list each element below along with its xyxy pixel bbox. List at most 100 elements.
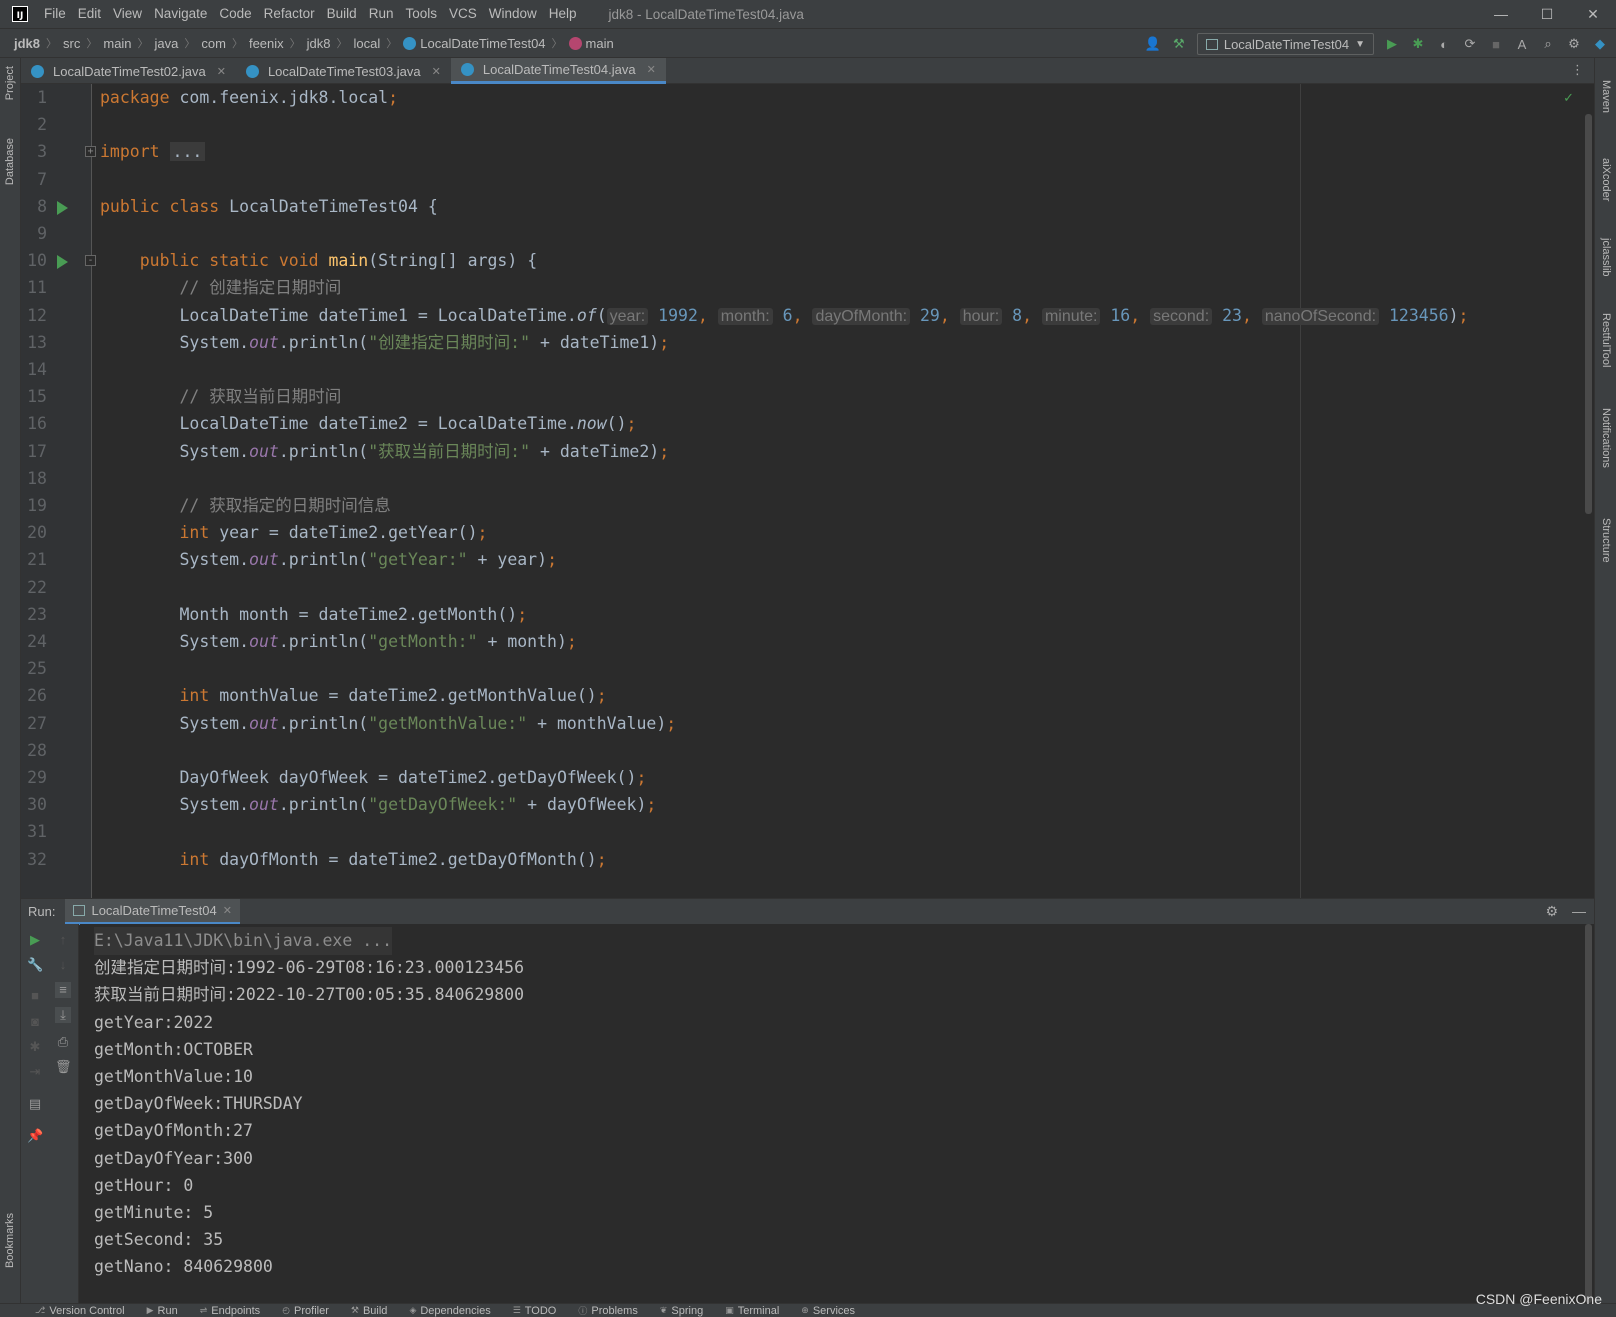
close-icon[interactable]: ✕ — [217, 65, 226, 78]
statusbar-profiler[interactable]: ◴ Profiler — [271, 1304, 340, 1317]
statusbar-dependencies[interactable]: ◈ Dependencies — [398, 1304, 501, 1317]
bookmarks-tool-button[interactable]: Bookmarks — [4, 1213, 16, 1268]
run-gutter-icon[interactable] — [57, 255, 68, 270]
editor-tab[interactable]: LocalDateTimeTest02.java ✕ — [21, 58, 236, 84]
breadcrumb-item[interactable]: jdk8 — [305, 36, 333, 51]
close-icon[interactable]: ✕ — [647, 63, 656, 76]
stop-icon[interactable]: ■ — [27, 988, 43, 1004]
statusbar-terminal[interactable]: ▣ Terminal — [714, 1304, 790, 1317]
aixcoder-tool-button[interactable]: aiXcoder — [1600, 158, 1612, 201]
structure-tool-button[interactable]: Structure — [1600, 518, 1612, 563]
search-icon[interactable]: ⌕ — [1540, 36, 1556, 52]
close-icon[interactable]: ✕ — [432, 65, 441, 78]
fold-toggle-icon[interactable]: + — [85, 146, 96, 158]
menu-build[interactable]: Build — [321, 0, 363, 28]
code-token: .println( — [278, 550, 369, 570]
breadcrumb-item[interactable]: main — [567, 36, 616, 51]
inspection-ok-icon[interactable]: ✓ — [1563, 90, 1574, 106]
statusbar-build[interactable]: ⚒ Build — [340, 1304, 399, 1317]
camera-icon[interactable]: ◙ — [27, 1014, 43, 1030]
coverage-icon[interactable]: ◐ — [1436, 36, 1452, 52]
menu-tools[interactable]: Tools — [399, 0, 443, 28]
statusbar-todo[interactable]: ☰ TODO — [502, 1304, 568, 1317]
statusbar-problems[interactable]: ⓘ Problems — [567, 1304, 648, 1317]
pin-icon[interactable]: 📌 — [27, 1128, 43, 1144]
menu-view[interactable]: View — [107, 0, 148, 28]
close-icon[interactable]: ✕ — [1570, 0, 1616, 28]
scroll-to-end-icon[interactable]: ⤓ — [55, 1007, 71, 1023]
menu-run[interactable]: Run — [363, 0, 400, 28]
menu-refactor[interactable]: Refactor — [258, 0, 321, 28]
minimize-panel-icon[interactable]: — — [1572, 903, 1586, 920]
menu-help[interactable]: Help — [543, 0, 583, 28]
breadcrumb-item[interactable]: java — [153, 36, 181, 51]
console-output[interactable]: E:\Java11\JDK\bin\java.exe ... 创建指定日期时间:1… — [80, 924, 1594, 1303]
run-config-select[interactable]: LocalDateTimeTest04 ▼ — [1196, 33, 1374, 55]
gear-icon[interactable]: ⚙ — [1566, 36, 1582, 52]
menu-window[interactable]: Window — [483, 0, 543, 28]
menu-vcs[interactable]: VCS — [443, 0, 483, 28]
close-icon[interactable]: ✕ — [223, 904, 232, 917]
editor-tab[interactable]: LocalDateTimeTest04.java ✕ — [450, 58, 666, 84]
breadcrumb-item[interactable]: jdk8 — [12, 36, 42, 51]
arrow-down-icon[interactable]: ↓ — [55, 957, 71, 973]
editor-scrollbar[interactable] — [1585, 114, 1592, 514]
project-tool-button[interactable]: Project — [4, 66, 16, 100]
code-editor[interactable]: 1 package com.feenix.jdk8.local; 2 3 + import… — [21, 84, 1594, 898]
line-number: 17 — [27, 441, 47, 461]
code-token: out — [249, 441, 279, 461]
exit-icon[interactable]: ⇥ — [27, 1064, 43, 1080]
breadcrumb-item[interactable]: local — [352, 36, 383, 51]
trash-icon[interactable]: 🗑 — [55, 1059, 72, 1075]
breadcrumb-item[interactable]: src — [61, 36, 82, 51]
gear-icon[interactable]: ⚙ — [1545, 903, 1558, 920]
layout-icon[interactable]: ▤ — [27, 1096, 43, 1112]
more-vertical-icon[interactable]: ⋮ — [1571, 62, 1584, 78]
plugin-icon[interactable]: ◆ — [1592, 36, 1608, 52]
translate-icon[interactable]: A — [1514, 36, 1530, 52]
minimize-icon[interactable]: — — [1478, 0, 1524, 28]
editor-tab[interactable]: LocalDateTimeTest03.java ✕ — [236, 58, 451, 84]
breadcrumb-item[interactable]: LocalDateTimeTest04 — [401, 36, 547, 51]
code-token: () — [606, 414, 627, 434]
menu-code[interactable]: Code — [213, 0, 257, 28]
maven-tool-button[interactable]: Maven — [1600, 80, 1612, 113]
profile-icon[interactable]: ⟳ — [1462, 36, 1478, 52]
debug-icon[interactable]: ✱ — [1410, 36, 1426, 52]
menu-edit[interactable]: Edit — [72, 0, 107, 28]
arrow-up-icon[interactable]: ↑ — [55, 932, 71, 948]
statusbar-item-icon: ❦ — [659, 1305, 668, 1315]
build-hammer-icon[interactable]: ⚒ — [1171, 36, 1187, 52]
statusbar-endpoints[interactable]: ⇌ Endpoints — [189, 1304, 271, 1317]
wrench-icon[interactable]: 🔧 — [27, 957, 43, 973]
user-icon[interactable]: 👤 — [1145, 36, 1161, 52]
jclasslib-tool-button[interactable]: jclasslib — [1600, 238, 1612, 277]
database-tool-button[interactable]: Database — [4, 138, 16, 185]
restfultool-tool-button[interactable]: RestfulTool — [1600, 313, 1612, 367]
statusbar-services[interactable]: ⊕ Services — [790, 1304, 866, 1317]
console-scrollbar[interactable] — [1585, 924, 1592, 1303]
soft-wrap-icon[interactable]: ≡ — [55, 982, 71, 998]
breadcrumb-item[interactable]: main — [101, 36, 133, 51]
maximize-icon[interactable]: ☐ — [1524, 0, 1570, 28]
statusbar-run[interactable]: ▶ Run — [136, 1304, 189, 1317]
fold-toggle-icon[interactable]: - — [85, 255, 96, 267]
run-tab[interactable]: LocalDateTimeTest04 ✕ — [65, 898, 240, 925]
menu-navigate[interactable]: Navigate — [148, 0, 213, 28]
breadcrumb-item[interactable]: feenix — [247, 36, 286, 51]
statusbar-version-control[interactable]: ⎇ Version Control — [24, 1304, 136, 1317]
breadcrumb-item[interactable]: com — [199, 36, 228, 51]
code-text: // 获取指定的日期时间信息 — [100, 492, 390, 520]
run-icon[interactable]: ▶ — [1384, 36, 1400, 52]
statusbar-spring[interactable]: ❦ Spring — [649, 1304, 714, 1317]
notifications-tool-button[interactable]: Notifications — [1600, 408, 1612, 468]
code-line: 24 System.out.println("getMonth:" + mont… — [21, 628, 1594, 656]
print-icon[interactable]: ⎙ — [55, 1034, 71, 1050]
rerun-icon[interactable]: ▶ — [27, 932, 43, 948]
run-gutter-icon[interactable] — [57, 200, 68, 215]
menu-file[interactable]: File — [38, 0, 72, 28]
stop-icon[interactable]: ■ — [1488, 36, 1504, 52]
bug-icon[interactable]: ✱ — [27, 1039, 43, 1055]
statusbar-item-label: Terminal — [737, 1304, 780, 1317]
breadcrumb-label: LocalDateTimeTest04 — [420, 35, 546, 51]
